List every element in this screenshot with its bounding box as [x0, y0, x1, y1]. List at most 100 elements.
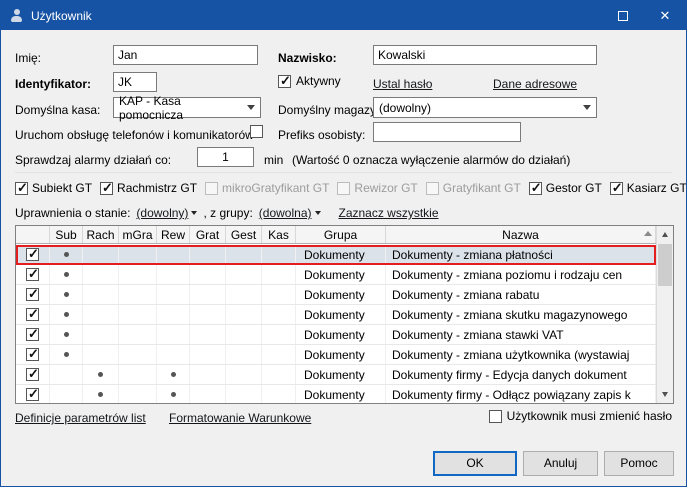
- close-button[interactable]: ✕: [644, 1, 686, 30]
- chevron-down-icon: [315, 211, 321, 215]
- column-header-grupa[interactable]: Grupa: [296, 226, 386, 243]
- row-checkbox[interactable]: [26, 248, 39, 261]
- cell-grat: [190, 365, 226, 384]
- scrollbar-thumb[interactable]: [658, 244, 672, 286]
- window-title: Użytkownik: [31, 9, 92, 23]
- cell-rach: [83, 245, 119, 264]
- scroll-up-button[interactable]: [657, 226, 673, 243]
- close-icon: ✕: [660, 9, 671, 22]
- nazwisko-label: Nazwisko:: [278, 51, 337, 65]
- alarmy-unit: min: [264, 153, 283, 167]
- cell-grupa: Dokumenty: [296, 325, 386, 344]
- module-checkbox-item[interactable]: Gestor GT: [529, 181, 602, 195]
- alarmy-input[interactable]: [197, 147, 254, 167]
- titlebar[interactable]: Użytkownik ✕: [1, 1, 686, 30]
- module-checkbox-item[interactable]: Subiekt GT: [15, 181, 92, 195]
- column-header-rach[interactable]: Rach: [83, 226, 119, 243]
- module-checkbox-item[interactable]: Rachmistrz GT: [100, 181, 197, 195]
- cell-rach: [83, 385, 119, 403]
- row-checkbox[interactable]: [26, 368, 39, 381]
- table-row[interactable]: Dokumenty Dokumenty firmy - Edycja danyc…: [16, 365, 656, 385]
- table-row[interactable]: Dokumenty Dokumenty firmy - Odłącz powią…: [16, 385, 656, 403]
- table-row[interactable]: Dokumenty Dokumenty - zmiana poziomu i r…: [16, 265, 656, 285]
- must-change-password-item[interactable]: Użytkownik musi zmienić hasło: [489, 409, 672, 423]
- domyslna-kasa-value: KAP - Kasa pomocnicza: [119, 94, 247, 122]
- cell-sub: [50, 305, 83, 324]
- column-header-rew[interactable]: Rew: [157, 226, 190, 243]
- column-header-gest[interactable]: Gest: [226, 226, 262, 243]
- column-header-grat[interactable]: Grat: [190, 226, 226, 243]
- table-row[interactable]: Dokumenty Dokumenty - zmiana rabatu: [16, 285, 656, 305]
- cell-rach: [83, 265, 119, 284]
- grupa-filter-link[interactable]: (dowolna): [259, 206, 312, 220]
- cell-mgra: [119, 245, 157, 264]
- identyfikator-input[interactable]: [113, 72, 157, 92]
- module-checkbox[interactable]: [610, 182, 623, 195]
- aktywny-checkbox[interactable]: [278, 75, 291, 88]
- permission-dot: [171, 392, 176, 397]
- pomoc-button[interactable]: Pomoc: [604, 451, 674, 476]
- prefiks-input[interactable]: [373, 122, 521, 142]
- domyslny-magazyn-select[interactable]: (dowolny): [373, 97, 597, 118]
- column-header-sub[interactable]: Sub: [50, 226, 83, 243]
- ustal-haslo-link[interactable]: Ustal hasło: [373, 77, 432, 91]
- aktywny-checkbox-item[interactable]: Aktywny: [278, 74, 341, 88]
- stan-filter-link[interactable]: (dowolny): [136, 206, 188, 220]
- module-checkbox[interactable]: [529, 182, 542, 195]
- nazwisko-input[interactable]: [373, 45, 597, 65]
- column-header-nazwa[interactable]: Nazwa: [386, 226, 656, 243]
- row-checkbox[interactable]: [26, 328, 39, 341]
- cell-gest: [226, 305, 262, 324]
- module-checkbox[interactable]: [426, 182, 439, 195]
- must-change-password-checkbox[interactable]: [489, 410, 502, 423]
- anuluj-button[interactable]: Anuluj: [523, 451, 598, 476]
- row-checkbox[interactable]: [26, 288, 39, 301]
- module-checkbox[interactable]: [15, 182, 28, 195]
- module-checkbox-item[interactable]: mikroGratyfikant GT: [205, 181, 329, 195]
- row-checkbox[interactable]: [26, 268, 39, 281]
- module-checkbox[interactable]: [337, 182, 350, 195]
- separator: [15, 172, 672, 173]
- cell-rach: [83, 345, 119, 364]
- column-header-kas[interactable]: Kas: [262, 226, 296, 243]
- ok-button[interactable]: OK: [433, 451, 517, 476]
- cell-gest: [226, 365, 262, 384]
- maximize-icon: [618, 11, 628, 21]
- table-row[interactable]: Dokumenty Dokumenty - zmiana skutku maga…: [16, 305, 656, 325]
- table-row[interactable]: Dokumenty Dokumenty - zmiana użytkownika…: [16, 345, 656, 365]
- domyslna-kasa-select[interactable]: KAP - Kasa pomocnicza: [113, 97, 261, 118]
- cell-kas: [262, 245, 296, 264]
- prefiks-label: Prefiks osobisty:: [278, 128, 365, 142]
- uzytkownik-dialog: Użytkownik ✕ Imię: Nazwisko: Identyfikat…: [0, 0, 687, 487]
- module-checkbox[interactable]: [205, 182, 218, 195]
- row-checkbox[interactable]: [26, 388, 39, 401]
- scroll-down-button[interactable]: [657, 386, 673, 403]
- cell-gest: [226, 245, 262, 264]
- telefony-checkbox[interactable]: [250, 125, 263, 138]
- cell-rew: [157, 285, 190, 304]
- module-checkbox-item[interactable]: Rewizor GT: [337, 181, 417, 195]
- chevron-down-icon: [191, 211, 197, 215]
- formatowanie-warunkowe-link[interactable]: Formatowanie Warunkowe: [169, 411, 311, 425]
- maximize-button[interactable]: [602, 1, 644, 30]
- zaznacz-wszystkie-link[interactable]: Zaznacz wszystkie: [339, 206, 439, 220]
- row-checkbox[interactable]: [26, 308, 39, 321]
- module-checkbox-item[interactable]: Gratyfikant GT: [426, 181, 521, 195]
- table-row[interactable]: Dokumenty Dokumenty - zmiana stawki VAT: [16, 325, 656, 345]
- permission-dot: [64, 252, 69, 257]
- cell-sub: [50, 385, 83, 403]
- module-label: Subiekt GT: [32, 181, 92, 195]
- module-checkbox[interactable]: [100, 182, 113, 195]
- imie-input[interactable]: [113, 45, 258, 65]
- cell-rach: [83, 325, 119, 344]
- row-checkbox[interactable]: [26, 348, 39, 361]
- column-header-mgra[interactable]: mGra: [119, 226, 157, 243]
- module-label: Rewizor GT: [354, 181, 417, 195]
- module-checkbox-item[interactable]: Kasiarz GT: [610, 181, 687, 195]
- column-header-check[interactable]: [16, 226, 50, 243]
- dane-adresowe-link[interactable]: Dane adresowe: [493, 77, 577, 91]
- table-row[interactable]: Dokumenty Dokumenty - zmiana płatności: [16, 245, 656, 265]
- definicje-parametrow-link[interactable]: Definicje parametrów list: [15, 411, 146, 425]
- table-scrollbar[interactable]: [656, 226, 673, 403]
- cell-sub: [50, 265, 83, 284]
